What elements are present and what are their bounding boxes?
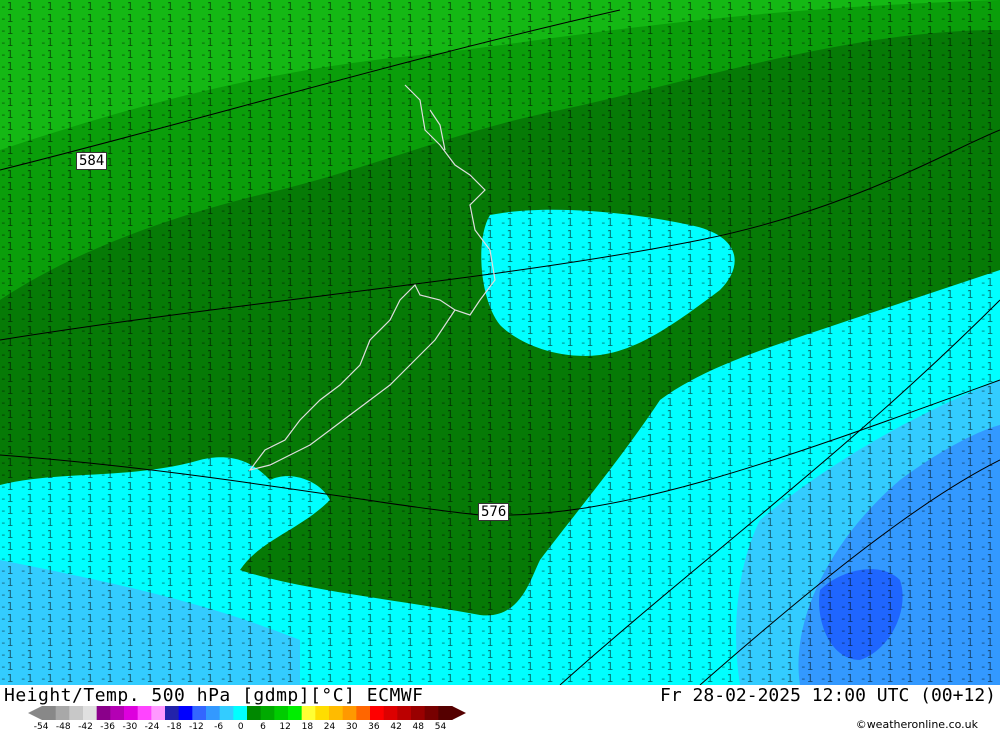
- contour-label-576: 576: [478, 503, 510, 521]
- scale-swatch: [165, 706, 180, 720]
- scale-swatch: [137, 706, 152, 720]
- scale-swatch: [247, 706, 262, 720]
- scale-swatch: [356, 706, 371, 720]
- scale-swatch: [424, 706, 439, 720]
- scale-tick-label: 30: [345, 722, 358, 732]
- contour-label-584: 584: [76, 152, 108, 170]
- scale-swatch: [329, 706, 344, 720]
- scale-tick-label: 6: [260, 722, 266, 732]
- credit-link[interactable]: ©weatheronline.co.uk: [856, 718, 978, 731]
- scale-tick-label: 42: [390, 722, 402, 732]
- scale-tick-label: 12: [279, 722, 291, 732]
- scale-swatch: [83, 706, 98, 720]
- scale-swatch: [397, 706, 412, 720]
- scale-tick-label: -6: [214, 722, 224, 732]
- scale-tick-label: -30: [122, 722, 138, 732]
- scale-swatch: [342, 706, 357, 720]
- scale-tick-label: 36: [368, 722, 380, 732]
- valid-time: Fr 28-02-2025 12:00 UTC (00+12): [660, 685, 996, 706]
- scale-swatch: [383, 706, 398, 720]
- scale-swatch: [370, 706, 385, 720]
- scale-tick-label: -36: [100, 722, 115, 732]
- map-title: Height/Temp. 500 hPa [gdmp][°C] ECMWF: [4, 685, 424, 706]
- scale-swatch: [315, 706, 330, 720]
- scale-tick-label: -42: [78, 722, 93, 732]
- scale-tick-label: 18: [301, 722, 314, 732]
- scale-swatch: [55, 706, 70, 720]
- scale-tick-label: 48: [412, 722, 424, 732]
- scale-swatch: [151, 706, 166, 720]
- scale-swatch: [96, 706, 111, 720]
- scale-swatch: [178, 706, 193, 720]
- weather-map: -1 -1 584: [0, 0, 1000, 685]
- scale-tick-label: -54: [33, 722, 49, 732]
- scale-tick-label: -48: [55, 722, 71, 732]
- scale-arrow-low: [28, 706, 42, 720]
- scale-tick-label: 0: [237, 722, 244, 732]
- scale-swatch: [260, 706, 275, 720]
- scale-swatch: [274, 706, 289, 720]
- scale-swatch: [192, 706, 207, 720]
- temperature-digits-overlay: [0, 0, 1000, 685]
- scale-tick-label: -12: [189, 722, 204, 732]
- scale-swatch: [411, 706, 426, 720]
- scale-swatch: [110, 706, 125, 720]
- scale-swatch: [69, 706, 84, 720]
- scale-tick-label: -24: [144, 722, 160, 732]
- temperature-field: -1 -1: [0, 0, 1000, 685]
- scale-swatch: [288, 706, 303, 720]
- scale-swatch: [124, 706, 139, 720]
- scale-swatch: [42, 706, 57, 720]
- scale-tick-label: 54: [434, 722, 447, 732]
- scale-swatch: [301, 706, 316, 720]
- scale-arrow-high: [452, 706, 466, 720]
- scale-swatch: [438, 706, 453, 720]
- color-scale-labels: -54 -48 -42 -36 -30 -24 -18 -12 -6 0 6 12 18 24 30 36 42…: [30, 722, 452, 732]
- scale-swatch: [233, 706, 248, 720]
- map-footer: Height/Temp. 500 hPa [gdmp][°C] ECMWF Fr…: [0, 685, 1000, 733]
- scale-swatch: [219, 706, 234, 720]
- color-scale: [28, 706, 466, 720]
- scale-swatch: [206, 706, 221, 720]
- scale-tick-label: 24: [323, 722, 336, 732]
- scale-tick-label: -18: [166, 722, 182, 732]
